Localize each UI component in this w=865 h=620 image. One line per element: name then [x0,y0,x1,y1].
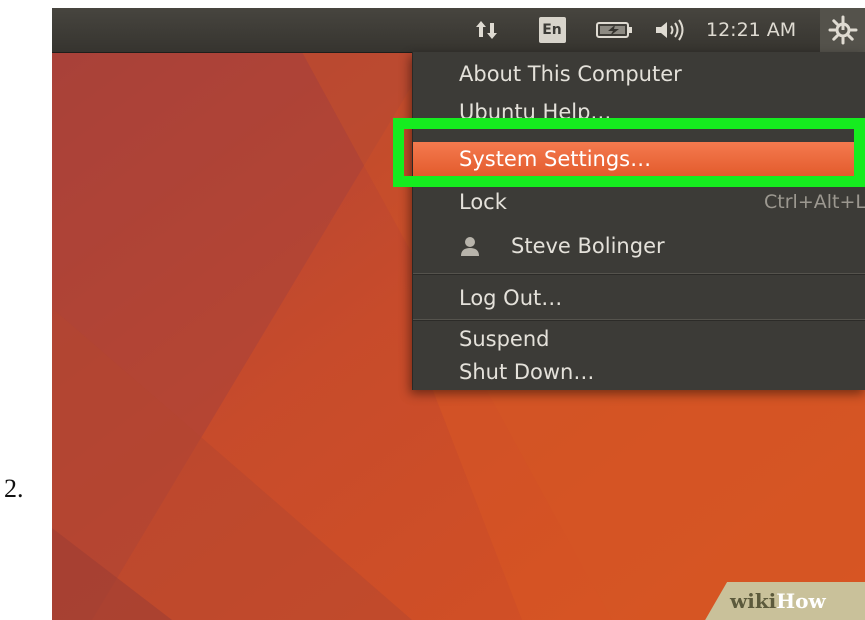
menu-item-shortcut: Ctrl+Alt+L [764,191,865,213]
network-updown-icon [476,21,497,39]
clock[interactable]: 12:21 AM [706,8,796,52]
step-number: 2. [4,474,24,503]
menu-separator [413,319,865,321]
menu-item-label: Steve Bolinger [511,234,665,258]
session-gear-icon [828,15,857,45]
menu-item-label: Shut Down… [459,360,595,384]
session-menu: About This Computer Ubuntu Help… System … [412,52,865,390]
page: 2. En 12:21 AM About This Computer Ubunt… [0,0,865,620]
watermark-part2: How [776,589,826,613]
top-panel: En 12:21 AM [52,8,865,53]
wikihow-watermark: wikiHow [730,589,826,613]
menu-item-help[interactable]: Ubuntu Help… [413,96,865,128]
menu-item-about[interactable]: About This Computer [413,58,865,90]
session-menu-button[interactable] [820,8,865,52]
keyboard-layout-icon: En [538,17,566,43]
watermark-part1: wiki [730,589,777,613]
menu-item-label: Log Out… [459,286,563,310]
menu-item-shut-down[interactable]: Shut Down… [413,356,865,388]
desktop-screen: En 12:21 AM About This Computer Ubuntu H… [52,8,865,620]
menu-item-user[interactable]: Steve Bolinger [413,230,865,262]
menu-item-label: Suspend [459,327,550,351]
menu-item-lock[interactable]: Lock Ctrl+Alt+L [413,186,865,218]
user-icon [461,237,479,256]
battery-indicator[interactable] [593,8,637,52]
network-indicator[interactable] [473,8,501,52]
volume-indicator[interactable] [651,8,691,52]
menu-item-system-settings[interactable]: System Settings… [413,142,865,176]
menu-separator [413,273,865,275]
menu-item-label: System Settings… [459,147,652,171]
battery-charging-icon [596,22,632,38]
menu-item-suspend[interactable]: Suspend [413,323,865,355]
volume-icon [656,19,684,41]
menu-item-label: Lock [459,190,507,214]
menu-item-label: Ubuntu Help… [459,100,612,124]
keyboard-indicator[interactable]: En [535,8,569,52]
menu-item-label: About This Computer [459,62,682,86]
menu-item-log-out[interactable]: Log Out… [413,282,865,314]
